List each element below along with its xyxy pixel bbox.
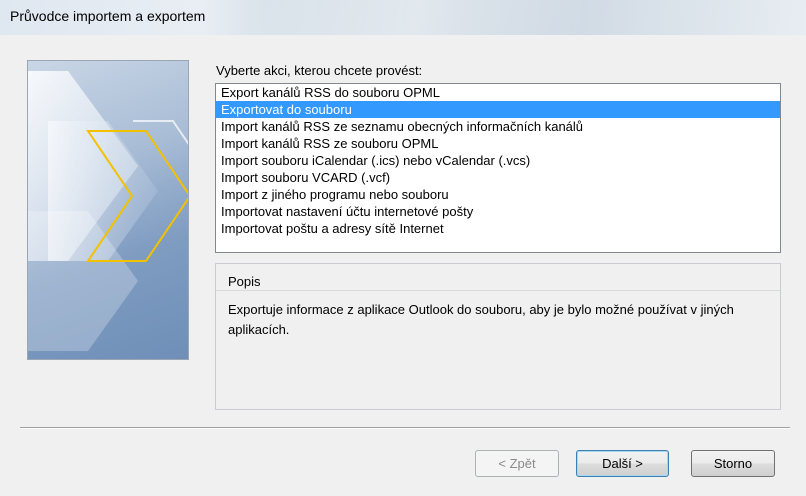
arrows-graphic [28, 71, 188, 351]
list-item-import-icalendar[interactable]: Import souboru iCalendar (.ics) nebo vCa… [216, 152, 780, 169]
wizard-banner-image [27, 60, 189, 360]
list-item-import-mail-account-settings[interactable]: Importovat nastavení účtu internetové po… [216, 203, 780, 220]
list-item-export-to-file[interactable]: Exportovat do souboru [216, 101, 780, 118]
list-item-export-rss-opml[interactable]: Export kanálů RSS do souboru OPML [216, 84, 780, 101]
import-export-wizard-window: Průvodce importem a exportem Vyberte akc… [0, 0, 806, 496]
list-item-import-internet-mail-addresses[interactable]: Importovat poštu a adresy sítě Internet [216, 220, 780, 237]
list-item-import-rss-common-feed[interactable]: Import kanálů RSS ze seznamu obecných in… [216, 118, 780, 135]
window-title: Průvodce importem a exportem [10, 8, 206, 24]
list-item-import-other-program[interactable]: Import z jiného programu nebo souboru [216, 186, 780, 203]
description-group: Popis Exportuje informace z aplikace Out… [215, 263, 781, 410]
description-text: Exportuje informace z aplikace Outlook d… [228, 302, 734, 337]
list-item-import-vcard[interactable]: Import souboru VCARD (.vcf) [216, 169, 780, 186]
title-bar[interactable]: Průvodce importem a exportem [0, 0, 806, 35]
cancel-button[interactable]: Storno [691, 450, 775, 477]
next-button[interactable]: Další > [576, 450, 669, 477]
back-button[interactable]: < Zpět [475, 450, 559, 477]
description-title: Popis [228, 274, 261, 289]
title-bar-glass [250, 0, 806, 35]
list-item-import-rss-opml[interactable]: Import kanálů RSS ze souboru OPML [216, 135, 780, 152]
button-separator [20, 427, 790, 429]
action-listbox[interactable]: Export kanálů RSS do souboru OPML Export… [215, 83, 781, 253]
action-prompt-label: Vyberte akci, kterou chcete provést: [216, 63, 423, 78]
description-divider [216, 290, 780, 291]
